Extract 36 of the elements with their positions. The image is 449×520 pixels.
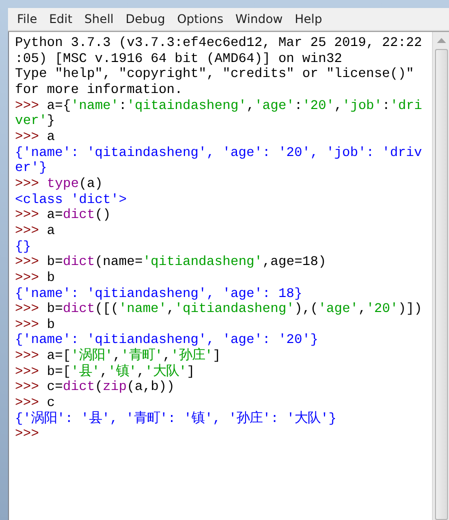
menu-item[interactable]: Help: [288, 12, 328, 26]
shell-line: Python 3.7.3 (v3.7.3:ef4ec6ed12, Mar 25 2019, 22:22: [15, 35, 422, 51]
shell-line: >>> a: [15, 128, 55, 145]
menu-item[interactable]: Shell: [78, 12, 120, 26]
shell-line: >>> a=['涡阳','青町','孙庄']: [15, 348, 221, 364]
menu-item[interactable]: File: [11, 12, 44, 26]
shell-line: >>>: [15, 426, 39, 442]
shell-line: >>> a: [15, 222, 55, 239]
shell-line: :05) [MSC v.1916 64 bit (AMD64)] on win32: [15, 50, 342, 66]
scroll-up-arrow-icon[interactable]: [436, 38, 446, 43]
shell-line: {}: [15, 238, 31, 254]
shell-line: Type "help", "copyright", "credits" or "license()": [15, 66, 414, 82]
shell-line: <class 'dict'>: [15, 192, 127, 208]
scrollbar-thumb[interactable]: [434, 49, 448, 520]
shell-line: >>> b=['县','镇','大队']: [15, 364, 195, 380]
shell-line: {'name': 'qitaindasheng', 'age': '20', 'job': 'driv: [15, 144, 422, 160]
shell-line: >>> b: [15, 316, 55, 332]
menu-item[interactable]: Debug: [120, 12, 172, 26]
shell-line: >>> b=dict([('name','qitiandasheng'),('age','20')]): [15, 301, 422, 317]
shell-line: for more information.: [15, 82, 183, 98]
shell-line: {'name': 'qitiandasheng', 'age': 18}: [15, 286, 302, 302]
menu-item[interactable]: Options: [171, 12, 230, 26]
vertical-scrollbar[interactable]: [432, 32, 449, 520]
shell-line: ver'}: [15, 113, 55, 129]
shell-line: >>> c: [15, 395, 55, 411]
menu-item[interactable]: Edit: [43, 12, 78, 26]
shell-line: >>> a={'name':'qitaindasheng','age':'20','job':'dri: [15, 98, 422, 114]
shell-line: er'}: [15, 160, 47, 176]
shell-line: >>> b=dict(name='qitiandasheng',age=18): [15, 254, 326, 270]
shell-line: {'name': 'qitiandasheng', 'age': '20'}: [15, 332, 318, 348]
shell-line: {'涡阳': '县', '青町': '镇', '孙庄': '大队'}: [15, 410, 337, 426]
shell-line: >>> c=dict(zip(a,b)): [15, 379, 175, 396]
shell-line: >>> b: [15, 270, 55, 286]
menu-item[interactable]: Window: [229, 12, 289, 26]
shell-line: >>> a=dict(): [15, 207, 111, 223]
shell-line: >>> type(a): [15, 176, 103, 192]
